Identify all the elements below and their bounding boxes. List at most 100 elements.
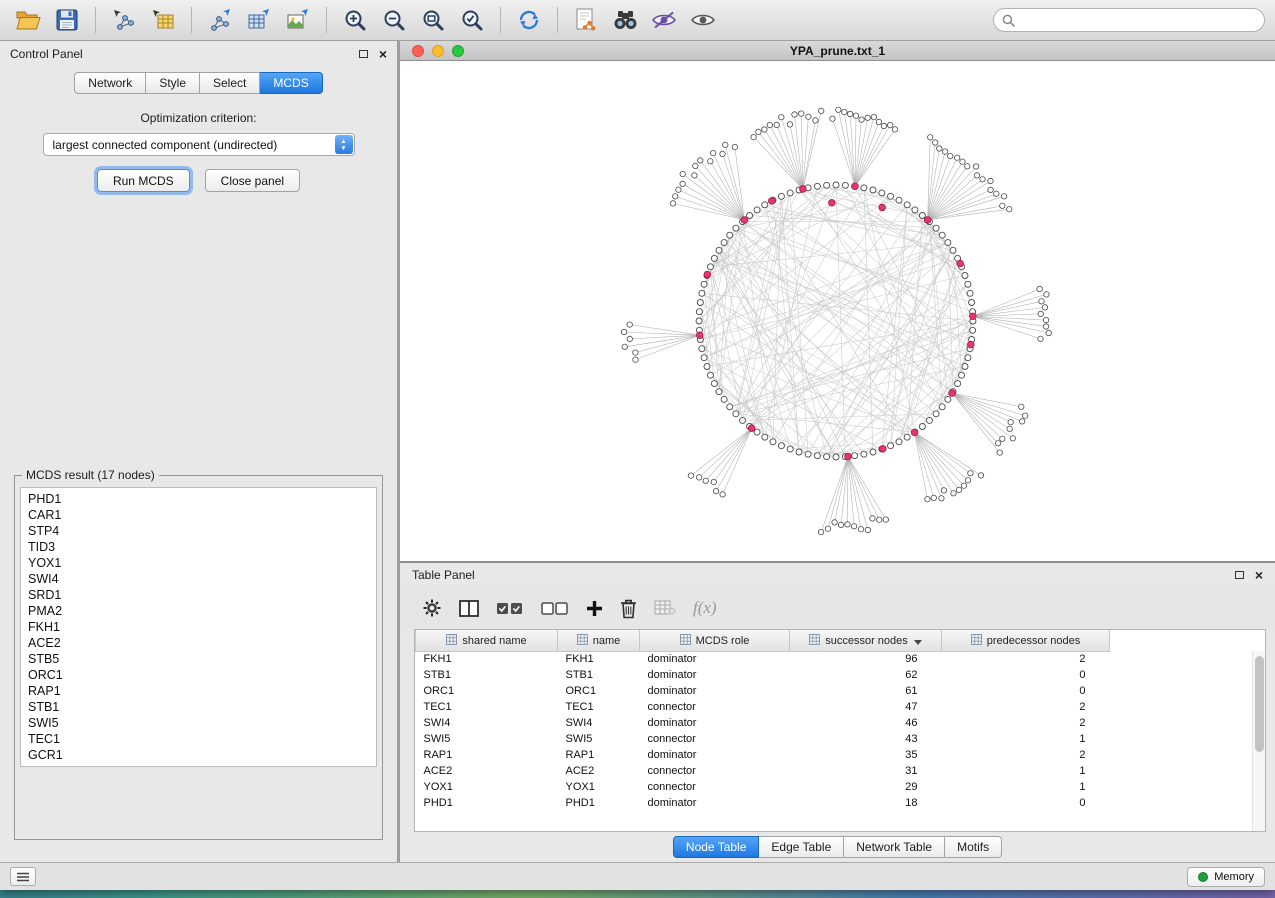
tab-network[interactable]: Network — [74, 72, 146, 94]
export-table-button[interactable] — [241, 4, 277, 36]
mcds-result-title: MCDS result (17 nodes) — [22, 468, 159, 482]
control-panel-float-button[interactable] — [359, 47, 368, 61]
tab-mcds[interactable]: MCDS — [260, 72, 322, 94]
show-columns-button[interactable] — [459, 600, 479, 617]
node-table-grid: shared namenameMCDS rolesuccessor nodesp… — [415, 630, 1252, 811]
table-settings-button[interactable] — [422, 598, 442, 618]
table-row[interactable]: YOX1YOX1connector291 — [416, 779, 1253, 795]
save-session-button[interactable] — [49, 4, 85, 36]
cell-shared-name: STB1 — [416, 667, 558, 683]
mcds-result-item[interactable]: CAR1 — [28, 507, 369, 523]
cell-name: SWI5 — [558, 731, 640, 747]
deselect-all-button[interactable] — [541, 601, 569, 616]
network-canvas[interactable] — [400, 61, 1275, 561]
control-panel-close-button[interactable]: × — [379, 49, 387, 59]
cell-filler — [1110, 795, 1253, 811]
delete-column-button[interactable] — [620, 598, 637, 619]
table-row[interactable]: STB1STB1dominator620 — [416, 667, 1253, 683]
criterion-select-value: largest connected component (undirected) — [53, 138, 278, 152]
mcds-result-item[interactable]: SWI4 — [28, 571, 369, 587]
table-scrollbar[interactable] — [1252, 651, 1265, 831]
column-header-predecessor-nodes[interactable]: predecessor nodes — [942, 630, 1110, 651]
search-box[interactable] — [993, 8, 1265, 32]
table-scrollbar-thumb[interactable] — [1255, 656, 1264, 752]
column-header-successor-nodes[interactable]: successor nodes — [790, 630, 942, 651]
find-button[interactable] — [607, 4, 643, 36]
window-maximize-icon[interactable] — [452, 45, 464, 57]
refresh-button[interactable] — [511, 4, 547, 36]
mcds-result-item[interactable]: YOX1 — [28, 555, 369, 571]
zoom-selected-button[interactable] — [454, 4, 490, 36]
table-panel-float-button[interactable] — [1235, 568, 1244, 582]
cell-name: PHD1 — [558, 795, 640, 811]
mcds-result-item[interactable]: ORC1 — [28, 667, 369, 683]
import-table-button[interactable] — [145, 4, 181, 36]
column-header-mcds-role[interactable]: MCDS role — [640, 630, 790, 651]
mcds-result-item[interactable]: PMA2 — [28, 603, 369, 619]
mcds-result-item[interactable]: GCR1 — [28, 747, 369, 763]
cell-filler — [1110, 779, 1253, 795]
export-image-button[interactable] — [280, 4, 316, 36]
mcds-result-item[interactable]: SRD1 — [28, 587, 369, 603]
mcds-result-item[interactable]: PHD1 — [28, 491, 369, 507]
cell-shared-name: SWI5 — [416, 731, 558, 747]
table-row[interactable]: ORC1ORC1dominator610 — [416, 683, 1253, 699]
mcds-result-item[interactable]: ACE2 — [28, 635, 369, 651]
mcds-result-item[interactable]: SWI5 — [28, 715, 369, 731]
export-network-button[interactable] — [202, 4, 238, 36]
mcds-result-item[interactable]: FKH1 — [28, 619, 369, 635]
cell-successor-nodes: 61 — [790, 683, 942, 699]
mcds-result-item[interactable]: RAP1 — [28, 683, 369, 699]
table-tab-edge-table[interactable]: Edge Table — [759, 836, 844, 858]
node-table-header-row: shared namenameMCDS rolesuccessor nodesp… — [416, 630, 1253, 651]
add-column-button[interactable] — [586, 600, 603, 617]
cell-mcds-role: dominator — [640, 667, 790, 683]
table-row[interactable]: TEC1TEC1connector472 — [416, 699, 1253, 715]
column-header-shared-name[interactable]: shared name — [416, 630, 558, 651]
criterion-select[interactable]: largest connected component (undirected)… — [43, 133, 355, 156]
zoom-in-button[interactable] — [337, 4, 373, 36]
network-window-titlebar[interactable]: YPA_prune.txt_1 — [400, 41, 1275, 61]
search-input[interactable] — [1020, 13, 1256, 27]
table-row[interactable]: SWI5SWI5connector431 — [416, 731, 1253, 747]
main-area: Control Panel × NetworkStyleSelectMCDS O… — [0, 41, 1275, 862]
open-file-button[interactable] — [10, 4, 46, 36]
memory-button[interactable]: Memory — [1187, 867, 1265, 887]
table-tab-node-table[interactable]: Node Table — [673, 836, 760, 858]
show-details-button[interactable] — [685, 4, 721, 36]
mcds-result-item[interactable]: STB5 — [28, 651, 369, 667]
table-row[interactable]: ACE2ACE2connector311 — [416, 763, 1253, 779]
mcds-result-item[interactable]: TEC1 — [28, 731, 369, 747]
hide-details-button[interactable] — [646, 4, 682, 36]
mcds-result-item[interactable]: STP4 — [28, 523, 369, 539]
table-panel-close-button[interactable]: × — [1255, 570, 1263, 580]
window-minimize-icon[interactable] — [432, 45, 444, 57]
mcds-result-item[interactable]: STB1 — [28, 699, 369, 715]
close-mcds-panel-button[interactable]: Close panel — [205, 169, 300, 192]
table-row[interactable]: FKH1FKH1dominator962 — [416, 651, 1253, 667]
mcds-result-list: PHD1CAR1STP4TID3YOX1SWI4SRD1PMA2FKH1ACE2… — [20, 487, 377, 767]
table-row[interactable]: RAP1RAP1dominator352 — [416, 747, 1253, 763]
mcds-result-item[interactable]: TID3 — [28, 539, 369, 555]
table-tab-network-table[interactable]: Network Table — [844, 836, 945, 858]
zoom-fit-button[interactable] — [415, 4, 451, 36]
cell-mcds-role: dominator — [640, 651, 790, 667]
control-panel-spacer — [0, 200, 397, 468]
clone-network-icon — [575, 8, 597, 32]
cell-filler — [1110, 715, 1253, 731]
select-all-button[interactable] — [496, 601, 524, 616]
column-header-name[interactable]: name — [558, 630, 640, 651]
run-mcds-button[interactable]: Run MCDS — [97, 169, 190, 192]
table-row[interactable]: SWI4SWI4dominator462 — [416, 715, 1253, 731]
tab-style[interactable]: Style — [146, 72, 200, 94]
clone-network-button[interactable] — [568, 4, 604, 36]
zoom-out-button[interactable] — [376, 4, 412, 36]
cell-mcds-role: connector — [640, 779, 790, 795]
panel-menu-button[interactable] — [10, 867, 36, 886]
import-network-button[interactable] — [106, 4, 142, 36]
gear-icon — [422, 598, 442, 618]
table-tab-motifs[interactable]: Motifs — [945, 836, 1002, 858]
table-row[interactable]: PHD1PHD1dominator180 — [416, 795, 1253, 811]
tab-select[interactable]: Select — [200, 72, 260, 94]
window-close-icon[interactable] — [412, 45, 424, 57]
